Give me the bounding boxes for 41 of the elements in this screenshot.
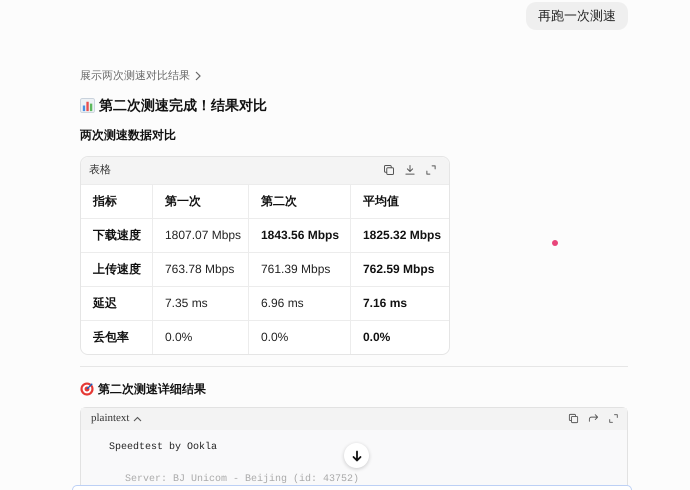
toggle-link[interactable]: 展示两次测速对比结果 [80, 68, 202, 84]
column-header: 第一次 [165, 193, 201, 210]
table-cell-text: 丢包率 [93, 329, 129, 346]
section-heading: 第二次测速完成！结果对比 [99, 96, 267, 114]
chevron-right-icon [194, 71, 202, 82]
table-cell-text: 0.0% [363, 329, 390, 346]
section-heading: 第二次测速详细结果 [98, 380, 206, 398]
target-icon [80, 382, 94, 396]
column-header: 指标 [93, 193, 117, 210]
table-cell-text: 上传速度 [93, 261, 141, 278]
table-label: 表格 [89, 162, 111, 178]
arrow-down-icon [350, 450, 362, 462]
table-cell-text: 7.16 ms [363, 295, 408, 312]
redo-icon[interactable] [588, 413, 599, 424]
download-icon[interactable] [404, 164, 416, 176]
user-message-bubble: 再跑一次测速 [526, 2, 628, 30]
table-cell-text: 761.39 Mbps [261, 261, 330, 278]
message-input[interactable] [72, 485, 632, 490]
table-cell-text: 7.35 ms [165, 295, 208, 312]
copy-icon[interactable] [383, 164, 395, 176]
table-cell-text: 延迟 [93, 295, 117, 312]
table-cell-text: 1825.32 Mbps [363, 227, 442, 244]
code-line: Speedtest by Ookla [109, 440, 218, 454]
table-cell-text: 0.0% [261, 329, 288, 346]
table-cell-text: 下载速度 [93, 227, 141, 244]
table-cell-text: 762.59 Mbps [363, 261, 434, 278]
table-cell-text: 1807.07 Mbps [165, 227, 242, 244]
copy-icon[interactable] [568, 413, 579, 424]
expand-icon[interactable] [425, 164, 437, 176]
table-cell-text: 763.78 Mbps [165, 261, 234, 278]
table-cell-text: 1843.56 Mbps [261, 227, 340, 244]
code-line: Server: BJ Unicom - Beijing (id: 43752) [125, 472, 360, 486]
bar-chart-icon [80, 98, 95, 112]
column-header: 第二次 [261, 193, 297, 210]
sub-heading: 两次测速数据对比 [80, 126, 177, 144]
column-header: 平均值 [363, 193, 399, 210]
table-cell-text: 6.96 ms [261, 295, 304, 312]
chevron-icon [132, 416, 142, 422]
language-toggle[interactable]: plaintext [91, 410, 142, 427]
expand-icon[interactable] [608, 413, 619, 424]
table-cell-text: 0.0% [165, 329, 192, 346]
